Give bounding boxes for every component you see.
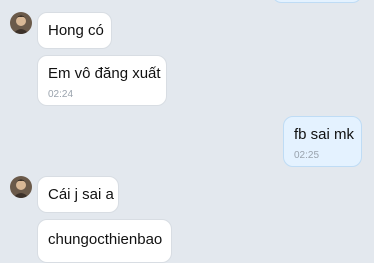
message-text: Cái j sai a bbox=[48, 186, 114, 203]
message-text: chungocthienbao bbox=[48, 231, 163, 248]
message-bubble[interactable]: Cái j sai a bbox=[37, 176, 119, 213]
message-bubble[interactable]: Em vô đăng xuất 02:24 bbox=[37, 55, 167, 106]
message-text: Hong có bbox=[48, 22, 104, 39]
message-bubble-outgoing[interactable]: fb sai mk 02:25 bbox=[283, 116, 362, 167]
user-avatar-icon[interactable] bbox=[10, 12, 32, 34]
message-time: 02:24 bbox=[48, 89, 74, 100]
message-text: fb sai mk bbox=[294, 126, 355, 143]
message-bubble[interactable]: Hong có bbox=[37, 12, 112, 49]
partial-outgoing-bubble[interactable] bbox=[272, 0, 362, 3]
message-bubble[interactable]: chungocthienbao bbox=[37, 219, 172, 263]
message-text: Em vô đăng xuất bbox=[48, 65, 161, 82]
chat-message-list[interactable]: Hong có Em vô đăng xuất 02:24 fb sai mk … bbox=[0, 0, 374, 263]
user-avatar-icon[interactable] bbox=[10, 176, 32, 198]
message-time: 02:25 bbox=[294, 150, 320, 161]
